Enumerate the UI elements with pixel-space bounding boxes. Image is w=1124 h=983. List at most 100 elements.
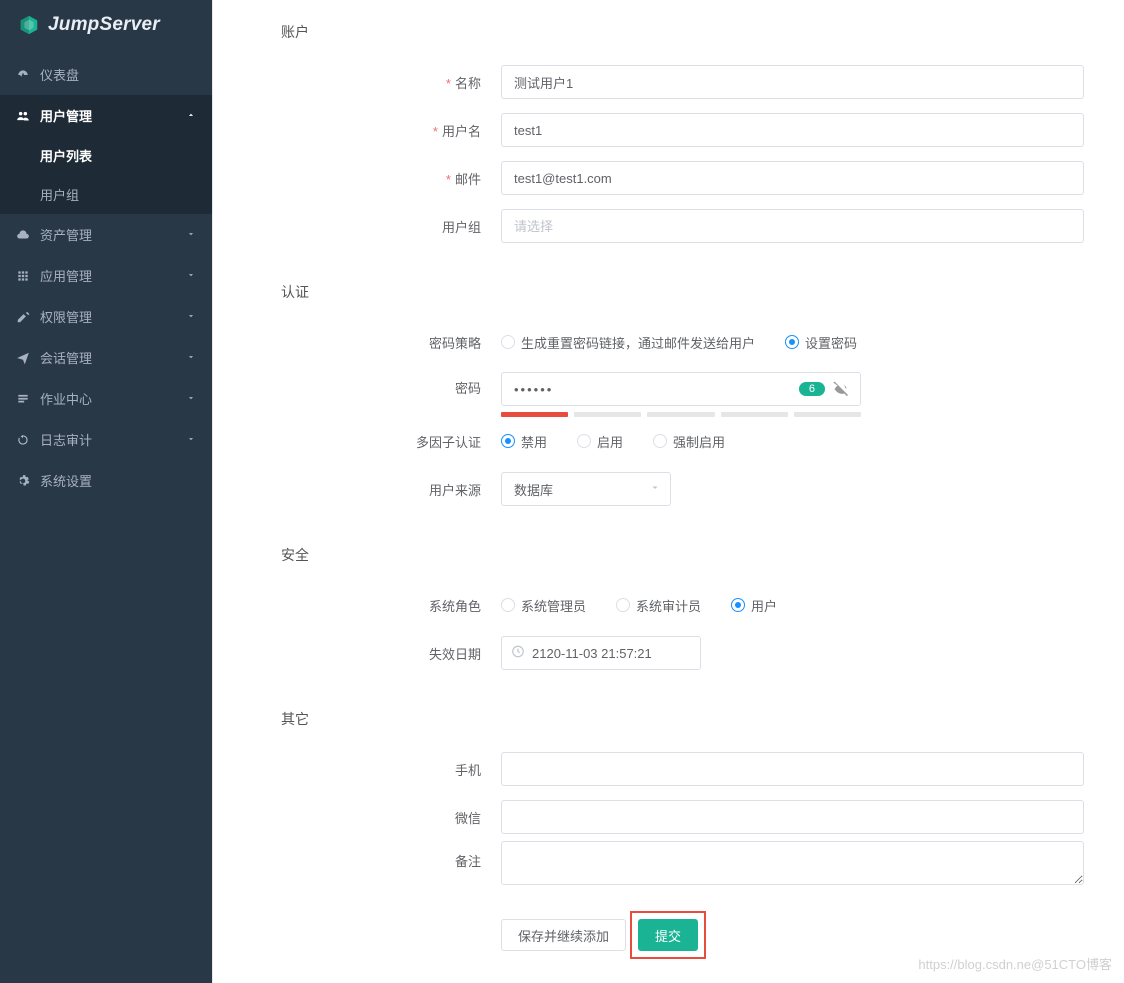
send-icon [16, 351, 30, 365]
sidebar-item-perms[interactable]: 权限管理 [0, 296, 212, 337]
sidebar-item-label: 日志审计 [40, 430, 92, 449]
sidebar-item-label: 权限管理 [40, 307, 92, 326]
label-remark: 备注 [281, 841, 501, 870]
radio-mfa-disable[interactable]: 禁用 [501, 432, 547, 451]
chevron-down-icon [186, 268, 196, 283]
submit-button[interactable]: 提交 [638, 919, 698, 951]
sidebar-subnav-users: 用户列表 用户组 [0, 136, 212, 214]
history-icon [16, 433, 30, 447]
chevron-up-icon [186, 108, 196, 123]
section-title-security: 安全 [281, 541, 1084, 565]
clock-icon [511, 645, 525, 662]
radio-label: 系统审计员 [636, 596, 701, 615]
sidebar: JumpServer 仪表盘 用户管理 用户列表 用户组 资产管理 应用管理 [0, 0, 212, 983]
radio-label: 强制启用 [673, 432, 725, 451]
main: 账户 *名称 *用户名 *邮件 用户组 认证 密码策略 [212, 0, 1124, 983]
sidebar-subitem-user-list[interactable]: 用户列表 [0, 136, 212, 175]
name-input[interactable] [501, 65, 1084, 99]
radio-policy-link[interactable]: 生成重置密码链接，通过邮件发送给用户 [501, 333, 755, 352]
section-other: 其它 手机 微信 备注 [213, 687, 1124, 899]
chevron-down-icon [186, 391, 196, 406]
chevron-down-icon [186, 227, 196, 242]
sidebar-item-label: 系统设置 [40, 471, 92, 490]
label-phone: 手机 [281, 760, 501, 779]
label-source: 用户来源 [281, 480, 501, 499]
sidebar-item-users[interactable]: 用户管理 [0, 95, 212, 136]
section-account: 账户 *名称 *用户名 *邮件 用户组 [213, 0, 1124, 260]
chevron-down-icon [186, 309, 196, 324]
source-select[interactable] [501, 472, 671, 506]
sidebar-item-assets[interactable]: 资产管理 [0, 214, 212, 255]
label-username: *用户名 [281, 121, 501, 140]
sidebar-subitem-label: 用户列表 [40, 149, 92, 164]
edit-icon [16, 310, 30, 324]
chevron-down-icon [186, 432, 196, 447]
watermark: https://blog.csdn.ne@51CTO博客 [918, 954, 1112, 973]
sidebar-item-label: 作业中心 [40, 389, 92, 408]
phone-input[interactable] [501, 752, 1084, 786]
section-title-account: 账户 [281, 18, 1084, 42]
label-group: 用户组 [281, 217, 501, 236]
password-strength-badge: 6 [799, 382, 825, 396]
section-title-other: 其它 [281, 705, 1084, 729]
brand: JumpServer [0, 0, 212, 54]
radio-policy-setpwd[interactable]: 设置密码 [785, 333, 857, 352]
section-security: 安全 系统角色 系统管理员 系统审计员 用户 失效日期 [213, 523, 1124, 687]
section-auth: 认证 密码策略 生成重置密码链接，通过邮件发送给用户 设置密码 密码 6 [213, 260, 1124, 523]
username-input[interactable] [501, 113, 1084, 147]
users-icon [16, 109, 30, 123]
wechat-input[interactable] [501, 800, 1084, 834]
sidebar-item-label: 会话管理 [40, 348, 92, 367]
radio-role-auditor[interactable]: 系统审计员 [616, 596, 701, 615]
radio-mfa-force[interactable]: 强制启用 [653, 432, 725, 451]
remark-textarea[interactable] [501, 841, 1084, 885]
sidebar-subitem-label: 用户组 [40, 188, 79, 203]
radio-label: 设置密码 [805, 333, 857, 352]
sidebar-item-dashboard[interactable]: 仪表盘 [0, 54, 212, 95]
radio-role-admin[interactable]: 系统管理员 [501, 596, 586, 615]
sidebar-item-label: 应用管理 [40, 266, 92, 285]
chevron-down-icon [186, 350, 196, 365]
sidebar-item-label: 用户管理 [40, 106, 92, 125]
sidebar-item-label: 资产管理 [40, 225, 92, 244]
brand-logo-icon [18, 14, 40, 36]
sidebar-subitem-user-group[interactable]: 用户组 [0, 175, 212, 214]
sidebar-item-sessions[interactable]: 会话管理 [0, 337, 212, 378]
label-role: 系统角色 [281, 596, 501, 615]
brand-text: JumpServer [48, 14, 160, 36]
sidebar-item-settings[interactable]: 系统设置 [0, 460, 212, 501]
radio-label: 生成重置密码链接，通过邮件发送给用户 [521, 333, 755, 352]
sidebar-item-apps[interactable]: 应用管理 [0, 255, 212, 296]
email-input[interactable] [501, 161, 1084, 195]
grid-icon [16, 269, 30, 283]
settings-icon [16, 474, 30, 488]
label-password: 密码 [281, 372, 501, 397]
submit-highlight: 提交 [636, 917, 700, 953]
radio-mfa-enable[interactable]: 启用 [577, 432, 623, 451]
expire-date-input[interactable] [501, 636, 701, 670]
form-actions: 保存并继续添加 提交 [213, 917, 1124, 953]
radio-label: 用户 [751, 596, 777, 615]
label-mfa: 多因子认证 [281, 432, 501, 451]
cloud-icon [16, 228, 30, 242]
nav: 仪表盘 用户管理 用户列表 用户组 资产管理 应用管理 权限管理 [0, 54, 212, 501]
section-title-auth: 认证 [281, 278, 1084, 302]
group-select[interactable] [501, 209, 1084, 243]
password-strength-meter [501, 412, 861, 417]
tasks-icon [16, 392, 30, 406]
eye-off-icon[interactable] [833, 379, 851, 400]
sidebar-item-audit[interactable]: 日志审计 [0, 419, 212, 460]
radio-label: 禁用 [521, 432, 547, 451]
label-name: *名称 [281, 73, 501, 92]
dashboard-icon [16, 68, 30, 82]
radio-label: 系统管理员 [521, 596, 586, 615]
radio-label: 启用 [597, 432, 623, 451]
radio-role-user[interactable]: 用户 [731, 596, 777, 615]
sidebar-item-jobs[interactable]: 作业中心 [0, 378, 212, 419]
label-expire: 失效日期 [281, 644, 501, 663]
label-policy: 密码策略 [281, 333, 501, 352]
label-email: *邮件 [281, 169, 501, 188]
label-wechat: 微信 [281, 808, 501, 827]
save-continue-button[interactable]: 保存并继续添加 [501, 919, 626, 951]
sidebar-item-label: 仪表盘 [40, 65, 79, 84]
